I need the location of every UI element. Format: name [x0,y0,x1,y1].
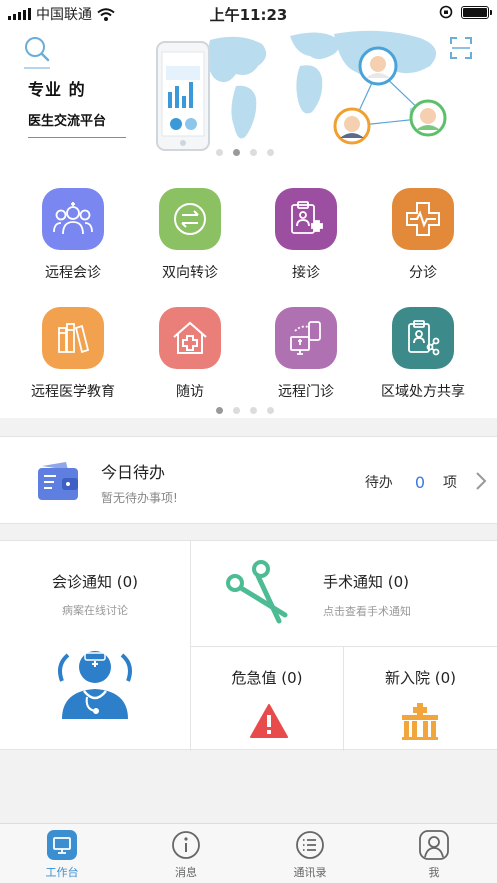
service-remote-education[interactable]: 远程医学教育 [11,307,135,401]
doctor-avatar-top [358,46,398,86]
critical-title: 危急值 (0) [231,669,303,687]
today-todo-panel[interactable]: 今日待办 暂无待办事项! 待办 0 项 [0,436,497,524]
service-remote-clinic[interactable]: 远程门诊 [244,307,368,401]
tab-label: 通讯录 [293,866,327,879]
tab-messages[interactable]: 消息 [124,830,248,880]
service-label: 远程会诊 [45,265,101,281]
consult-subtitle: 病案在线讨论 [62,604,128,617]
critical-value-card[interactable]: 危急值 (0) [191,647,343,751]
service-label: 随访 [176,384,204,400]
tab-bar: 工作台 消息 通讯录 我 [0,823,497,883]
wallet-icon [38,462,78,500]
surgery-subtitle: 点击查看手术通知 [323,605,411,618]
consult-title: 会诊通知 (0) [51,573,139,591]
tagline-top: 专业 的 [28,80,86,99]
todo-count-row: 待办 0 项 [365,472,457,492]
transfer-arrows-icon [159,188,221,250]
service-label: 双向转诊 [162,265,218,281]
battery-icon [461,5,492,19]
house-cross-icon [159,307,221,369]
service-label: 接诊 [292,265,320,281]
doctors-group-icon [42,188,104,250]
banner-carousel[interactable]: 专业 的 医生交流平台 [0,26,497,166]
contacts-list-icon [295,830,325,860]
banner-page-indicator [216,149,274,156]
surgery-title: 手术通知 (0) [323,573,410,591]
tab-label: 我 [428,866,440,879]
search-icon[interactable] [22,34,52,70]
todo-unit: 项 [443,475,457,491]
surgery-notice-card[interactable]: 手术通知 (0) 点击查看手术通知 [191,541,497,646]
service-triage[interactable]: 分诊 [361,188,485,282]
tab-label: 工作台 [45,866,79,879]
phone-illustration [156,41,210,151]
service-two-way-referral[interactable]: 双向转诊 [128,188,252,282]
service-label: 远程门诊 [278,384,334,400]
todo-title: 今日待办 [101,463,166,482]
doctor-avatar-right [409,99,447,137]
profile-icon [419,830,449,860]
service-receive-patient[interactable]: 接诊 [244,188,368,282]
todo-prefix: 待办 [364,475,393,491]
banner-tagline: 专业 的 医生交流平台 [28,76,126,138]
service-grid: 远程会诊 双向转诊 接诊 分诊 远程医学教育 随访 远程门诊 区域处方共享 [0,166,497,418]
books-icon [42,307,104,369]
grid-page-indicator [216,407,274,414]
clipboard-plus-icon [275,188,337,250]
triage-cross-icon [392,188,454,250]
orientation-lock-icon [439,5,453,19]
new-admission-card[interactable]: 新入院 (0) [344,647,497,751]
scissors-icon [226,560,288,624]
chevron-right-icon [476,472,487,490]
service-label: 区域处方共享 [381,384,465,400]
tagline-bottom: 医生交流平台 [28,114,107,129]
info-icon [171,830,201,860]
service-follow-up[interactable]: 随访 [128,307,252,401]
phone-monitor-icon [275,307,337,369]
todo-count: 0 [414,472,425,492]
service-label: 分诊 [409,265,437,281]
doctor-avatar-left [333,107,371,145]
warning-icon [250,704,288,738]
consult-notice-card[interactable]: 会诊通知 (0) 病案在线讨论 [0,541,190,751]
service-remote-consult[interactable]: 远程会诊 [11,188,135,282]
tab-workbench[interactable]: 工作台 [0,830,124,880]
workbench-icon [47,830,77,860]
service-regional-prescription[interactable]: 区域处方共享 [361,307,485,401]
admission-title: 新入院 (0) [384,669,457,687]
service-label: 远程医学教育 [31,384,115,400]
hospital-building-icon [402,703,438,740]
status-bar: 中国联通 上午11:23 [0,0,497,26]
tab-contacts[interactable]: 通讯录 [248,830,372,880]
scan-icon[interactable] [449,36,473,60]
todo-subtitle: 暂无待办事项! [101,491,178,505]
doctor-consult-icon [58,651,132,719]
tab-me[interactable]: 我 [372,830,496,880]
prescription-share-icon [392,307,454,369]
clock-label: 上午11:23 [209,6,288,24]
tab-label: 消息 [175,866,197,879]
notification-cards: 会诊通知 (0) 病案在线讨论 手术通知 (0) 点击查看手术通知 危急值 (0… [0,540,497,751]
